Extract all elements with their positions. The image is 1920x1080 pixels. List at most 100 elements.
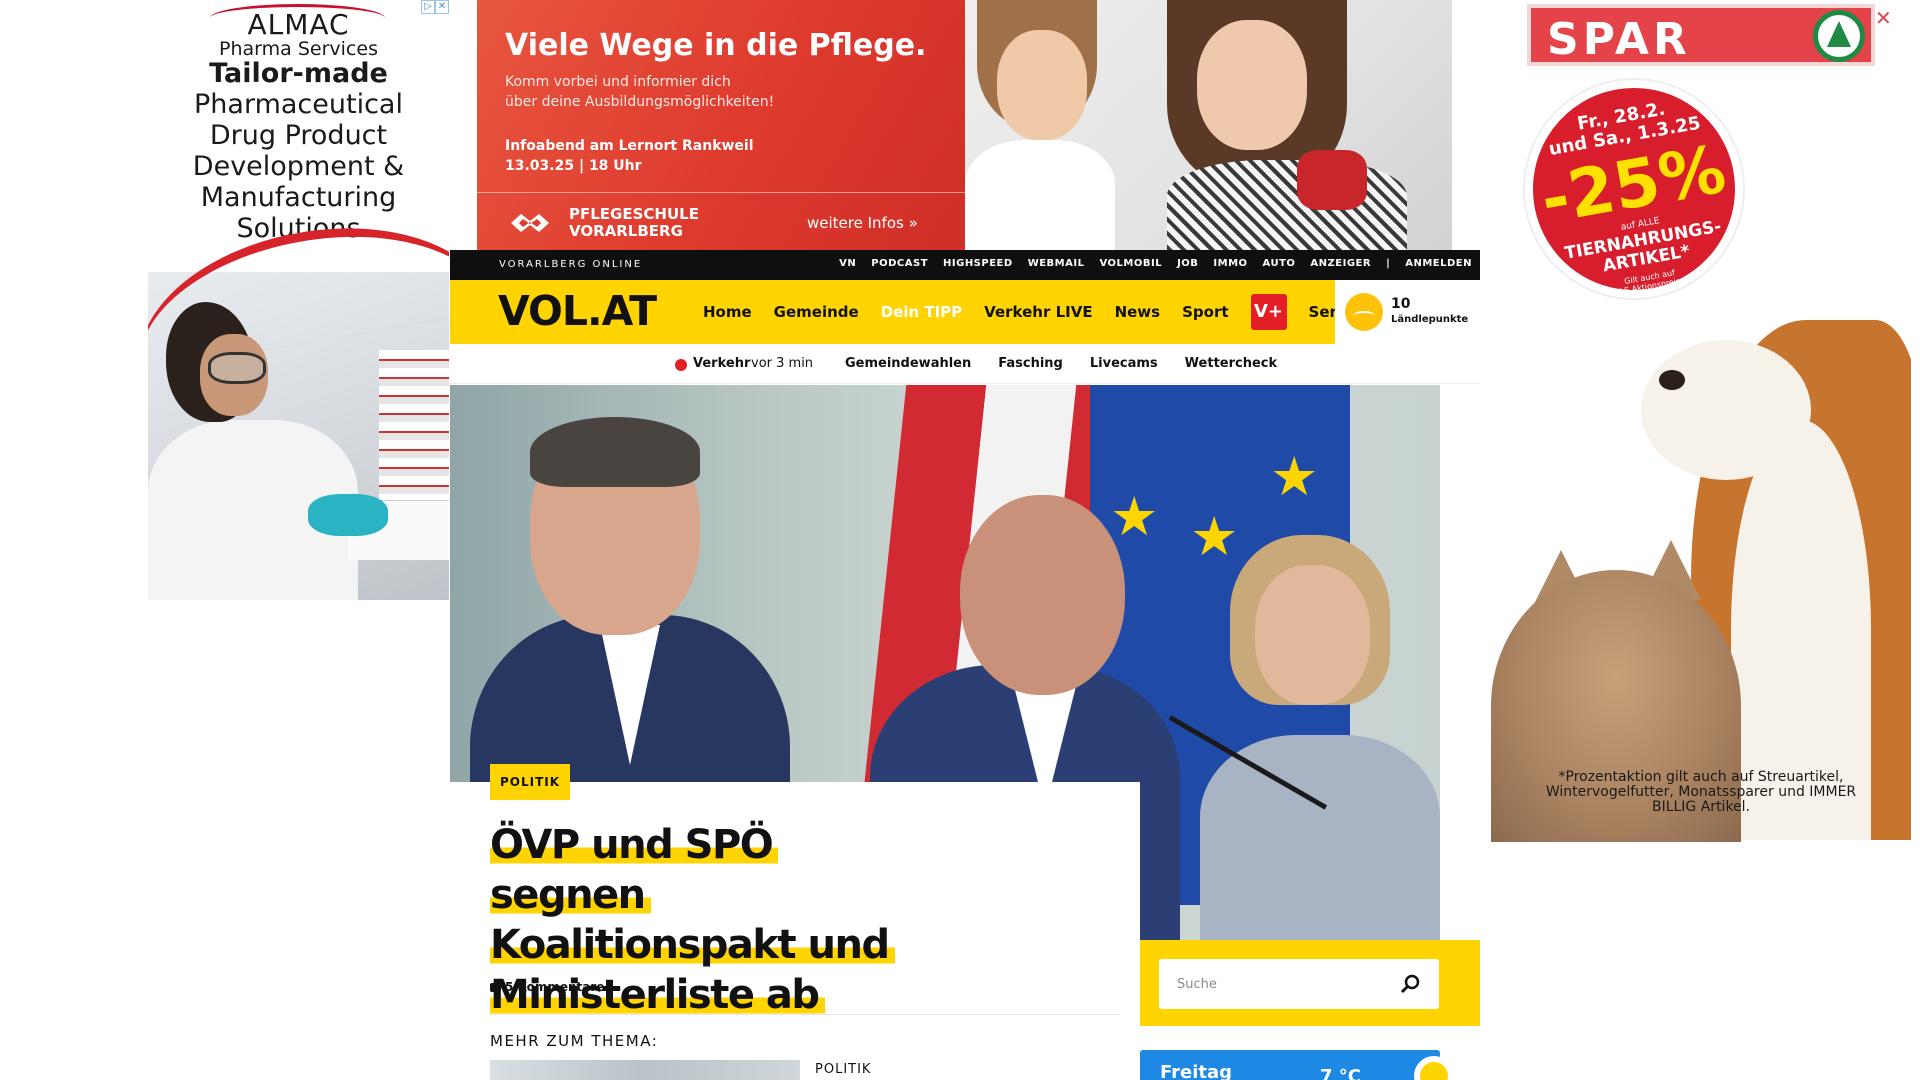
ad-school-line: VORARLBERG xyxy=(569,222,683,240)
topic-gemeindewahlen[interactable]: Gemeindewahlen xyxy=(845,356,971,371)
topbar-link-auto[interactable]: AUTO xyxy=(1263,258,1296,269)
comment-icon xyxy=(490,982,501,992)
eu-star-icon: ★ xyxy=(1270,445,1319,508)
blue-glove xyxy=(308,494,388,536)
ad-school-line: PFLEGESCHULE xyxy=(569,205,699,223)
headline-line: ÖVP und SPÖ segnen xyxy=(490,822,779,918)
suit xyxy=(1200,735,1440,940)
nav-item-verkehr-live[interactable]: Verkehr LIVE xyxy=(984,303,1092,321)
student-1-face xyxy=(997,30,1087,140)
site-logo[interactable]: VOL.AT xyxy=(498,287,657,335)
topbar-link-volmobil[interactable]: VOLMOBIL xyxy=(1099,258,1162,269)
student-1-body xyxy=(965,140,1115,250)
safety-goggles xyxy=(208,352,266,384)
spar-tree-icon xyxy=(1813,10,1865,62)
comments-count: 5 Kommentare xyxy=(505,980,605,994)
ad-event: Infoabend am Lernort Rankweil 13.03.25 |… xyxy=(505,136,754,176)
live-dot-icon xyxy=(675,359,687,371)
topbar-link-highspeed[interactable]: HIGHSPEED xyxy=(943,258,1013,269)
spar-logo-bar: SPAR xyxy=(1527,4,1875,66)
nav-item-sport[interactable]: Sport xyxy=(1182,303,1228,321)
related-article-thumbnail[interactable] xyxy=(490,1060,800,1080)
top-banner-ad[interactable]: Viele Wege in die Pflege. Komm vorbei un… xyxy=(477,0,1452,250)
dog-nose xyxy=(1659,370,1685,390)
topbar-link-podcast[interactable]: PODCAST xyxy=(871,258,928,269)
sun-icon xyxy=(1414,1056,1454,1080)
headline-line: Koalitionspakt und xyxy=(490,922,895,968)
topbar-link-job[interactable]: JOB xyxy=(1177,258,1198,269)
network-name[interactable]: VORARLBERG ONLINE xyxy=(499,259,642,270)
main-nav-items: Home Gemeinde Dein TIPP Verkehr LIVE New… xyxy=(703,280,1371,344)
ad-brand: ALMAC xyxy=(247,8,350,41)
topbar-link-login[interactable]: ANMELDEN xyxy=(1405,258,1472,269)
left-banner-ad[interactable]: ▷ ✕ ALMAC Pharma Services Tailor-made Ph… xyxy=(148,0,449,600)
points-label: Ländlepunkte xyxy=(1391,314,1469,325)
ad-headline-line: Pharmaceutical xyxy=(194,89,403,120)
search-icon[interactable] xyxy=(1399,973,1421,995)
ad-subtitle-line: über deine Ausbildungsmöglichkeiten! xyxy=(505,94,775,110)
network-links: VN PODCAST HIGHSPEED WEBMAIL VOLMOBIL JO… xyxy=(839,258,1472,269)
ad-headline-line: Development & xyxy=(192,151,405,182)
related-article-category[interactable]: POLITIK xyxy=(815,1062,871,1077)
lead-article[interactable]: POLITIK ÖVP und SPÖ segnen Koalitionspak… xyxy=(450,764,1140,1080)
ad-headline-line: Drug Product xyxy=(209,120,388,151)
topic-fasching[interactable]: Fasching xyxy=(998,356,1063,371)
weather-widget[interactable]: Freitag 7 °C xyxy=(1140,1050,1454,1080)
divider xyxy=(490,1014,1120,1015)
topic-bar: Verkehr vor 3 min Gemeindewahlen Faschin… xyxy=(450,344,1480,384)
search-placeholder: Suche xyxy=(1177,977,1217,992)
ad-title: Viele Wege in die Pflege. xyxy=(505,28,927,63)
ad-school-name: PFLEGESCHULE VORARLBERG xyxy=(569,206,699,240)
related-heading: MEHR ZUM THEMA: xyxy=(490,1032,659,1050)
search-panel: Suche xyxy=(1140,940,1480,1026)
traffic-ticker-time: vor 3 min xyxy=(751,356,814,371)
politician-right xyxy=(1200,535,1440,940)
topbar-link-webmail[interactable]: WEBMAIL xyxy=(1028,258,1085,269)
head xyxy=(1255,565,1370,705)
comments-link[interactable]: 5 Kommentare xyxy=(490,980,604,994)
nav-item-gemeinde[interactable]: Gemeinde xyxy=(774,303,859,321)
vplus-button[interactable]: V+ xyxy=(1250,294,1287,330)
traffic-ticker-label[interactable]: Verkehr xyxy=(693,356,750,371)
hair xyxy=(530,417,700,487)
weather-temperature: 7 °C xyxy=(1320,1066,1362,1080)
ad-brand-sub: Pharma Services xyxy=(219,38,378,60)
ad-headline-line: Manufacturing xyxy=(200,182,397,213)
discount-badge: Fr., 28.2. und Sa., 1.3.25 -25% auf ALLE… xyxy=(1507,62,1761,316)
topbar-link-anzeiger[interactable]: ANZEIGER xyxy=(1310,258,1371,269)
right-skyscraper-ad[interactable]: SPAR ✕ Fr., 28.2. und Sa., 1.3.25 -25% a… xyxy=(1491,0,1911,842)
laendlepunkte-widget[interactable]: 10 Ländlepunkte xyxy=(1335,280,1480,344)
topic-wettercheck[interactable]: Wettercheck xyxy=(1185,356,1277,371)
ad-more-link[interactable]: weitere Infos » xyxy=(807,214,918,232)
ad-event-line: 13.03.25 | 18 Uhr xyxy=(505,158,642,174)
topbar-separator: | xyxy=(1386,258,1391,269)
nav-item-dein-tipp[interactable]: Dein TIPP xyxy=(881,303,962,321)
headline-line: Ministerliste ab xyxy=(490,972,825,1018)
ad-fineprint: *Prozentaktion gilt auch auf Streuartike… xyxy=(1545,769,1857,815)
pflegeschule-logo-icon xyxy=(511,214,549,232)
training-dummy xyxy=(1297,150,1367,210)
spar-wordmark: SPAR xyxy=(1547,14,1691,65)
network-topbar: VORARLBERG ONLINE VN PODCAST HIGHSPEED W… xyxy=(450,250,1480,280)
dog-head xyxy=(1641,340,1811,480)
topbar-link-vn[interactable]: VN xyxy=(839,258,856,269)
topic-tags: Gemeindewahlen Fasching Livecams Wetterc… xyxy=(845,356,1277,371)
ad-event-line: Infoabend am Lernort Rankweil xyxy=(505,138,754,154)
student-2-face xyxy=(1197,20,1307,150)
vol-at-page: VORARLBERG ONLINE VN PODCAST HIGHSPEED W… xyxy=(450,250,1480,1080)
laendlepunkte-icon xyxy=(1345,293,1383,331)
article-category-badge[interactable]: POLITIK xyxy=(490,764,571,800)
ad-headline: Tailor-made Pharmaceutical Drug Product … xyxy=(148,58,449,244)
weather-day: Freitag xyxy=(1160,1062,1233,1080)
ad-headline-bold: Tailor-made xyxy=(209,58,388,89)
nav-item-home[interactable]: Home xyxy=(703,303,752,321)
student-2-body xyxy=(1167,160,1407,250)
search-input[interactable]: Suche xyxy=(1159,959,1439,1009)
topic-livecams[interactable]: Livecams xyxy=(1090,356,1158,371)
ad-subtitle-line: Komm vorbei und informier dich xyxy=(505,74,731,90)
nav-item-news[interactable]: News xyxy=(1115,303,1161,321)
ad-close-icon[interactable]: ✕ xyxy=(1875,6,1892,30)
points-value: 10 xyxy=(1391,296,1411,312)
head xyxy=(960,495,1125,695)
topbar-link-immo[interactable]: IMMO xyxy=(1213,258,1247,269)
